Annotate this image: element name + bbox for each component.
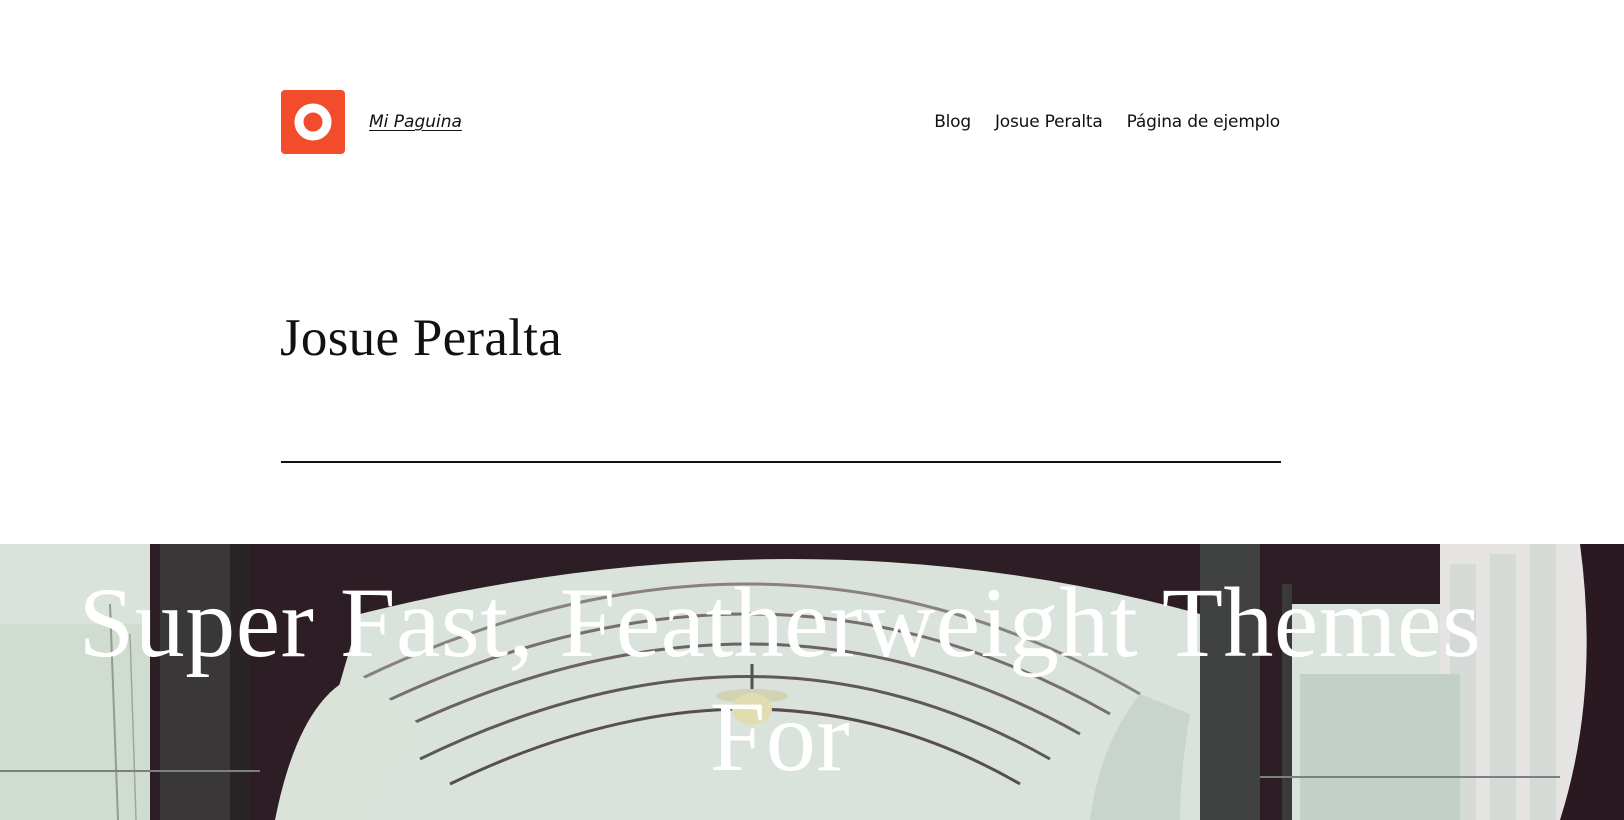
site-logo[interactable] — [281, 90, 345, 154]
nav-item-josue-peralta[interactable]: Josue Peralta — [995, 112, 1103, 132]
cover-heading: Super Fast, Featherweight Themes For — [78, 567, 1482, 792]
page: Mi Paguina Blog Josue Peralta Página de … — [0, 0, 1624, 820]
cover-hero: Super Fast, Featherweight Themes For — [0, 544, 1624, 820]
title-divider — [281, 461, 1281, 463]
site-header: Mi Paguina Blog Josue Peralta Página de … — [281, 90, 1281, 154]
nav-item-blog[interactable]: Blog — [934, 112, 971, 132]
nav-item-pagina-de-ejemplo[interactable]: Página de ejemplo — [1127, 112, 1281, 132]
site-branding: Mi Paguina — [281, 90, 462, 154]
ring-logo-icon — [294, 103, 332, 141]
primary-navigation: Blog Josue Peralta Página de ejemplo — [934, 112, 1280, 132]
page-title: Josue Peralta — [280, 309, 563, 367]
site-title-link[interactable]: Mi Paguina — [369, 112, 462, 132]
